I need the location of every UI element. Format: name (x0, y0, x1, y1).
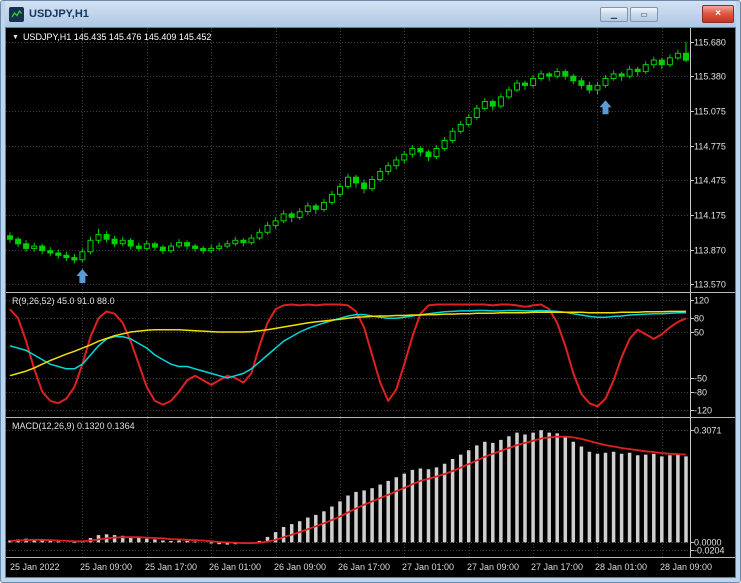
candlestick-chart[interactable]: 115.680115.380115.075114.775114.475114.1… (6, 28, 735, 292)
time-axis-label: 25 Jan 17:00 (145, 562, 198, 572)
window-title: USDJPY,H1 (29, 8, 89, 20)
time-axis-label: 27 Jan 01:00 (402, 562, 455, 572)
chart-window: USDJPY,H1 ▁ ▭ × 115.680 115.380 115.075 114… (0, 0, 741, 583)
close-button[interactable]: × (702, 5, 734, 23)
time-axis-label: 26 Jan 09:00 (274, 562, 327, 572)
buy-arrow-icon (599, 100, 612, 115)
time-axis-label: 26 Jan 17:00 (338, 562, 391, 572)
time-axis-label: 27 Jan 17:00 (531, 562, 584, 572)
oscillator-panel[interactable]: 120 80 50 -50 -80 -120 R(9,26,52) 45.0 91.0 8… (6, 293, 735, 417)
main-chart-panel[interactable]: 115.680 115.380 115.075 114.775 114.475 114.1… (6, 28, 735, 292)
minimize-button[interactable]: ▁ (600, 6, 628, 22)
macd-label: MACD(12,26,9) 0.1320 0.1364 (12, 421, 135, 431)
macd-panel[interactable]: 0.3071 0.0000 -0.0204 MACD(12,26,9) 0.1320… (6, 418, 735, 557)
macd-chart[interactable]: 0.30710.0000-0.0204 (6, 418, 735, 557)
window-controls: ▁ ▭ × (598, 5, 734, 23)
ohlc-info: ▼ USDJPY,H1 145.435 145.476 145.409 145.… (12, 32, 211, 42)
oscillator-label: R(9,26,52) 45.0 91.0 88.0 (12, 296, 115, 306)
symbol-dropdown-icon[interactable]: ▼ (12, 34, 19, 41)
time-axis-label: 26 Jan 01:00 (209, 562, 262, 572)
chart-icon (9, 6, 24, 22)
time-axis-label: 27 Jan 09:00 (467, 562, 520, 572)
buy-arrow-icon (76, 269, 89, 283)
restore-button[interactable]: ▭ (630, 6, 658, 22)
time-axis-label: 25 Jan 2022 (10, 562, 60, 572)
time-axis-label: 28 Jan 01:00 (595, 562, 648, 572)
ohlc-text: USDJPY,H1 145.435 145.476 145.409 145.45… (22, 32, 212, 42)
price-axis[interactable] (690, 28, 735, 558)
title-bar: USDJPY,H1 ▁ ▭ × (5, 1, 736, 27)
time-axis-label: 28 Jan 09:00 (660, 562, 713, 572)
oscillator-chart[interactable]: 1208050-50-80-120 (6, 293, 735, 417)
chart-area: 115.680 115.380 115.075 114.775 114.475 114.1… (5, 27, 736, 578)
time-axis-label: 25 Jan 09:00 (80, 562, 133, 572)
time-axis[interactable]: 25 Jan 2022 25 Jan 09:00 25 Jan 17:00 26 Ja… (6, 558, 735, 577)
